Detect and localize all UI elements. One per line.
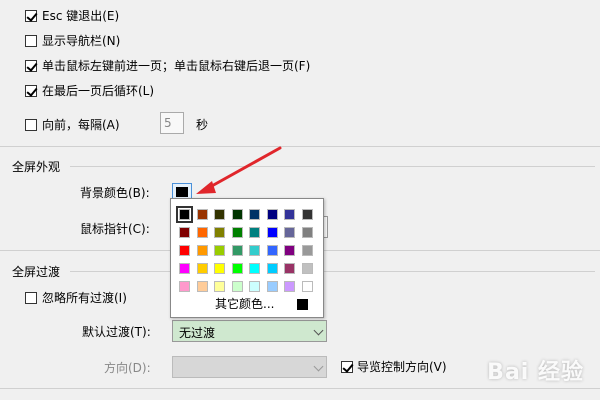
color-swatch[interactable] (176, 206, 193, 223)
watermark: Bai 经验 (487, 360, 584, 385)
bg-color-label: 背景颜色(B): (80, 186, 150, 200)
color-swatch[interactable] (266, 245, 278, 256)
direction-label: 方向(D): (104, 361, 151, 375)
color-swatch[interactable] (196, 209, 208, 220)
click-nav-checkbox[interactable] (25, 60, 37, 72)
forward-checkbox[interactable] (25, 119, 37, 131)
color-swatch[interactable] (231, 263, 243, 274)
pointer-label: 鼠标指针(C): (80, 222, 150, 236)
color-swatch[interactable] (301, 227, 313, 238)
ignore-transitions-checkbox[interactable] (25, 292, 37, 304)
color-swatch[interactable] (196, 263, 208, 274)
color-swatch[interactable] (266, 227, 278, 238)
color-picker-popup: 其它颜色... (170, 198, 324, 318)
color-swatch[interactable] (301, 281, 313, 292)
esc-exit-checkbox[interactable] (25, 10, 37, 22)
divider (0, 146, 600, 147)
default-transition-label: 默认过渡(T): (82, 325, 151, 339)
color-swatch[interactable] (284, 227, 295, 238)
color-swatch[interactable] (266, 263, 278, 274)
bottom-divider (0, 388, 600, 389)
color-swatch[interactable] (284, 245, 295, 256)
bg-color-preview (176, 187, 188, 197)
color-swatch[interactable] (284, 281, 295, 292)
color-swatch[interactable] (214, 263, 225, 274)
seconds-unit: 秒 (196, 118, 209, 132)
chevron-down-icon (313, 325, 324, 336)
color-swatch[interactable] (214, 245, 225, 256)
group-line-2 (70, 271, 595, 272)
click-nav-label: 单击鼠标左键前进一页；单击鼠标右键后退一页(F) (42, 59, 311, 73)
color-swatch[interactable] (301, 245, 313, 256)
color-swatch[interactable] (249, 209, 260, 220)
ignore-transitions-label: 忽略所有过渡(I) (42, 291, 127, 305)
nav-direction-checkbox[interactable] (341, 361, 353, 373)
color-swatch[interactable] (301, 209, 313, 220)
color-swatch[interactable] (284, 263, 295, 274)
color-swatch[interactable] (249, 245, 260, 256)
fullscreen-transition-title: 全屏过渡 (12, 265, 61, 279)
color-swatch[interactable] (196, 227, 208, 238)
color-swatch[interactable] (179, 281, 190, 292)
direction-select[interactable] (172, 356, 327, 378)
show-nav-label: 显示导航栏(N) (42, 34, 121, 48)
color-swatch[interactable] (231, 209, 243, 220)
current-color-swatch (297, 299, 308, 310)
default-transition-select[interactable]: 无过渡 (172, 320, 327, 342)
more-colors-link[interactable]: 其它颜色... (215, 297, 274, 311)
loop-last-checkbox[interactable] (25, 85, 37, 97)
interval-spinbox[interactable]: 5 (160, 112, 184, 134)
loop-last-label: 在最后一页后循环(L) (42, 84, 155, 98)
group-line (70, 166, 595, 167)
color-swatch[interactable] (284, 209, 295, 220)
color-swatch[interactable] (196, 281, 208, 292)
forward-label: 向前，每隔(A) (42, 118, 120, 132)
fullscreen-appearance-title: 全屏外观 (12, 160, 61, 174)
color-swatch[interactable] (179, 263, 190, 274)
default-transition-value: 无过渡 (179, 326, 216, 340)
color-swatch[interactable] (301, 263, 313, 274)
color-swatch[interactable] (196, 245, 208, 256)
color-swatch[interactable] (214, 209, 225, 220)
color-swatch[interactable] (231, 281, 243, 292)
chevron-down-icon (313, 361, 324, 372)
color-swatch[interactable] (249, 281, 260, 292)
esc-exit-label: Esc 键退出(E) (42, 9, 120, 23)
color-swatch[interactable] (266, 209, 278, 220)
nav-direction-label: 导览控制方向(V) (357, 360, 447, 374)
color-swatch[interactable] (179, 227, 190, 238)
color-swatch[interactable] (214, 227, 225, 238)
show-nav-checkbox[interactable] (25, 35, 37, 47)
color-swatch[interactable] (266, 281, 278, 292)
color-swatch[interactable] (249, 263, 260, 274)
color-swatch[interactable] (231, 245, 243, 256)
color-swatch[interactable] (179, 245, 190, 256)
color-swatch[interactable] (214, 281, 225, 292)
color-swatch[interactable] (231, 227, 243, 238)
color-swatch[interactable] (249, 227, 260, 238)
